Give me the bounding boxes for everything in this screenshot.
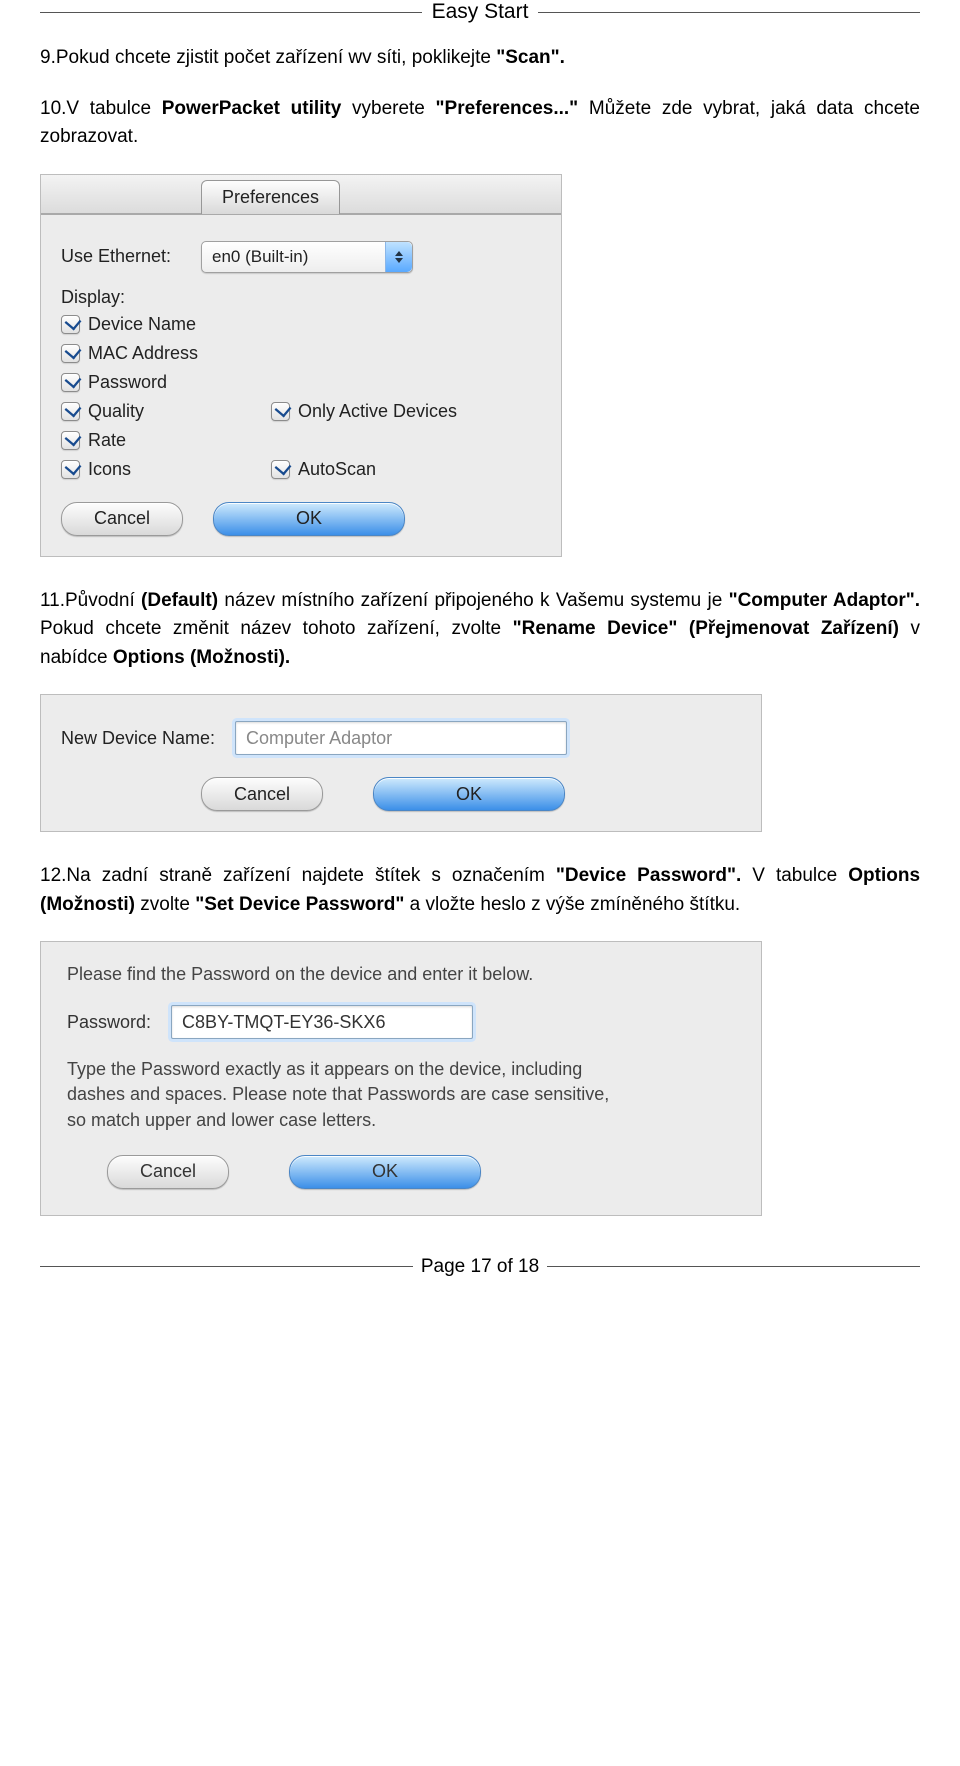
ok-button[interactable]: OK (289, 1155, 481, 1189)
ok-button[interactable]: OK (213, 502, 405, 536)
tab-preferences[interactable]: Preferences (201, 180, 340, 214)
preferences-panel: Preferences Use Ethernet: en0 (Built-in)… (40, 174, 562, 557)
use-ethernet-label: Use Ethernet: (61, 246, 201, 267)
password-instruction-bottom: Type the Password exactly as it appears … (67, 1057, 627, 1133)
checkbox-device-name[interactable] (61, 315, 80, 334)
page-number: Page 17 of 18 (413, 1256, 547, 1278)
cancel-button[interactable]: Cancel (61, 502, 183, 536)
cancel-button[interactable]: Cancel (201, 777, 323, 811)
checkbox-only-active[interactable] (271, 402, 290, 421)
checkbox-quality[interactable] (61, 402, 80, 421)
tab-bar: Preferences (41, 175, 561, 215)
password-input[interactable]: C8BY-TMQT-EY36-SKX6 (171, 1005, 473, 1039)
checkbox-rate[interactable] (61, 431, 80, 450)
checkbox-password[interactable] (61, 373, 80, 392)
ethernet-select[interactable]: en0 (Built-in) (201, 241, 413, 273)
checkbox-autoscan[interactable] (271, 460, 290, 479)
paragraph-9: 9.Pokud chcete zjistit počet zařízení wv… (40, 44, 920, 73)
new-device-name-input[interactable]: Computer Adaptor (235, 721, 567, 755)
rename-panel: New Device Name: Computer Adaptor Cancel… (40, 694, 762, 832)
password-panel: Please find the Password on the device a… (40, 941, 762, 1216)
header-title: Easy Start (422, 0, 539, 24)
password-label: Password: (67, 1012, 151, 1033)
display-label: Display: (61, 287, 541, 308)
new-device-name-label: New Device Name: (61, 728, 215, 749)
paragraph-10: 10.V tabulce PowerPacket utility vyberet… (40, 95, 920, 152)
ok-button[interactable]: OK (373, 777, 565, 811)
checkbox-icons[interactable] (61, 460, 80, 479)
footer-divider: Page 17 of 18 (40, 1256, 920, 1278)
checkbox-mac[interactable] (61, 344, 80, 363)
cancel-button[interactable]: Cancel (107, 1155, 229, 1189)
paragraph-11: 11.Původní (Default) název místního zaří… (40, 587, 920, 673)
header-divider: Easy Start (40, 0, 920, 24)
chevron-updown-icon (385, 242, 412, 272)
password-instruction-top: Please find the Password on the device a… (67, 962, 627, 987)
paragraph-12: 12.Na zadní straně zařízení najdete štít… (40, 862, 920, 919)
